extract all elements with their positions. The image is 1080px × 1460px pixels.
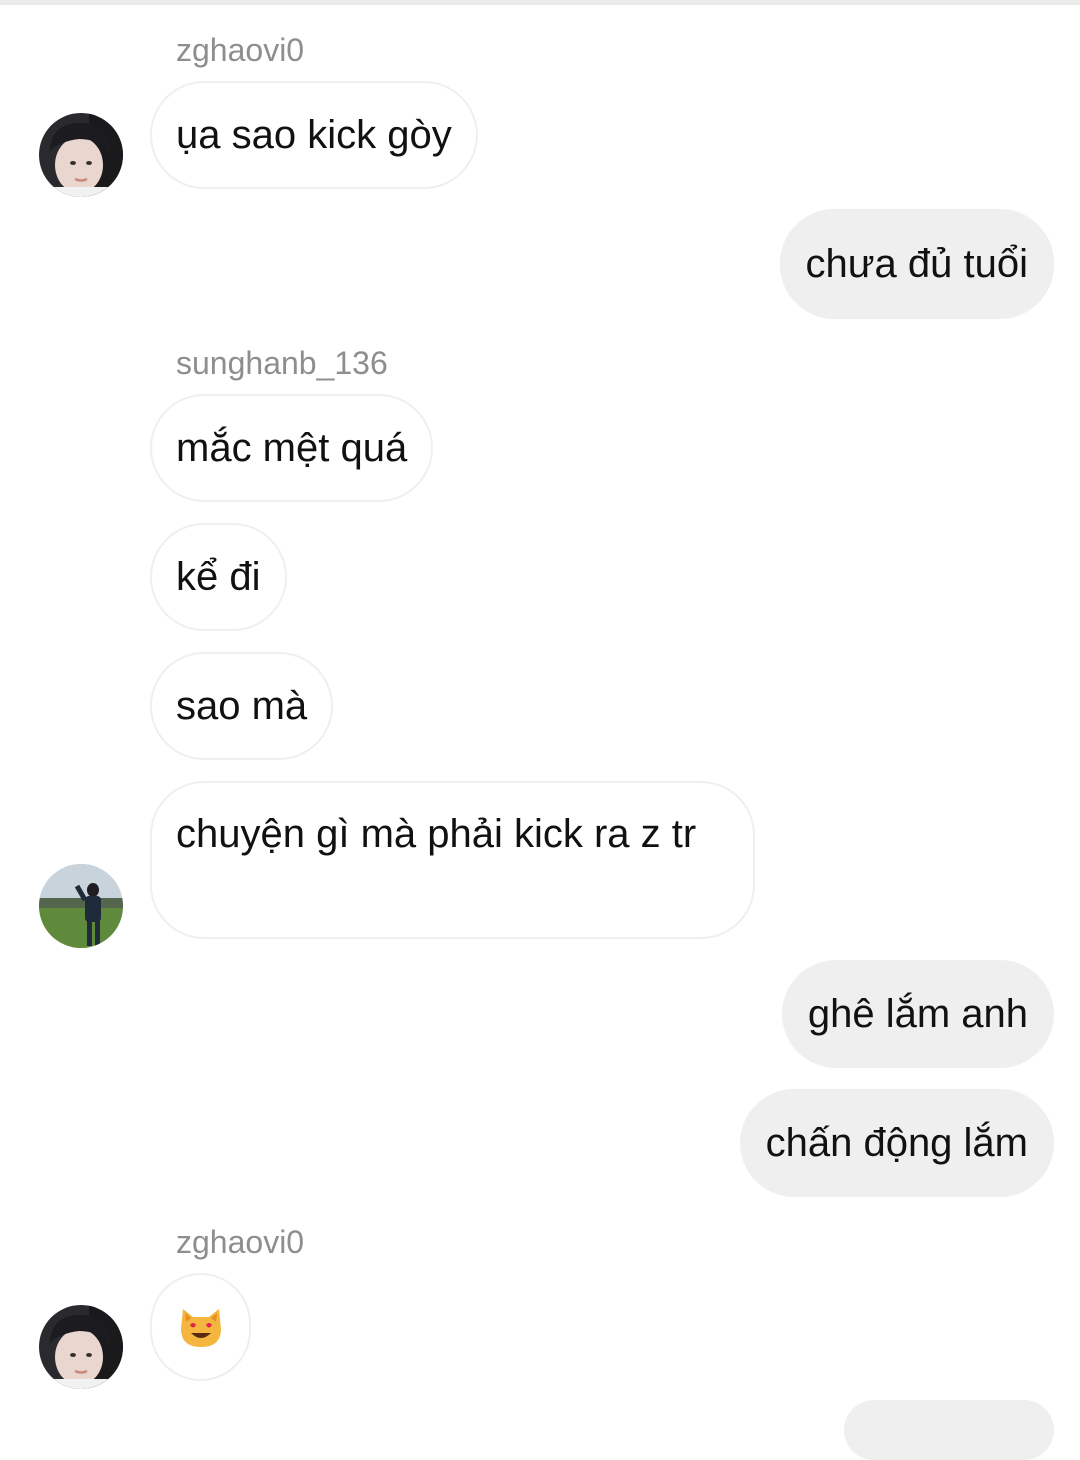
heart-eyes-cat-emoji: [177, 1303, 225, 1351]
message-text: ụa sao kick gòy: [176, 113, 452, 157]
avatar[interactable]: [39, 113, 123, 197]
avatar[interactable]: [39, 1305, 123, 1389]
message-bubble[interactable]: ụa sao kick gòy: [150, 81, 478, 189]
message-text: sao mà: [176, 684, 308, 728]
message-bubble[interactable]: sao mà: [150, 652, 334, 760]
message-bubble[interactable]: kể đi: [150, 523, 287, 631]
message-bubble-sent[interactable]: chấn động lắm: [739, 1089, 1054, 1197]
message-bubble-sent-partial[interactable]: [844, 1400, 1054, 1460]
sender-name: zghaovi0: [176, 32, 305, 68]
avatar[interactable]: [39, 864, 123, 948]
message-text: ghê lắm anh: [807, 992, 1028, 1036]
message-bubble-sent[interactable]: chưa đủ tuổi: [779, 209, 1054, 319]
message-bubble-sent[interactable]: ghê lắm anh: [781, 960, 1054, 1068]
sender-name: sunghanb_136: [176, 345, 388, 381]
sender-name: zghaovi0: [176, 1224, 305, 1260]
message-text: mắc mệt quá: [176, 426, 408, 470]
message-text: kể đi: [176, 555, 261, 599]
message-bubble[interactable]: mắc mệt quá: [150, 394, 434, 502]
message-bubble[interactable]: chuyện gì mà phải kick ra z tr: [150, 781, 755, 939]
top-divider: [0, 0, 1080, 5]
message-text: chuyện gì mà phải kick ra z tr: [176, 812, 697, 856]
message-text: chấn động lắm: [765, 1121, 1028, 1165]
message-text: chưa đủ tuổi: [805, 242, 1028, 286]
message-bubble[interactable]: [150, 1273, 251, 1381]
